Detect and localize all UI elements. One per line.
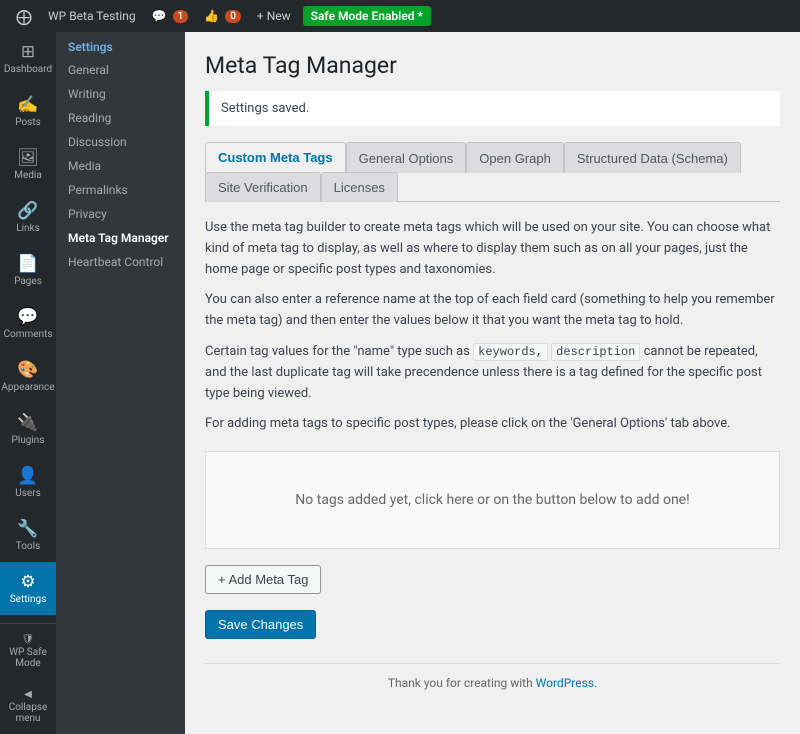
sidebar-icon-label: Links xyxy=(16,223,40,234)
safe-mode-icon: 🛡 xyxy=(22,634,35,645)
appearance-icon: 🎨 xyxy=(17,360,38,380)
sidebar-icon-pages[interactable]: 📄 Pages xyxy=(0,244,56,297)
comment-icon: 💬 xyxy=(152,9,167,23)
users-icon: 👤 xyxy=(17,466,38,486)
tab-bar: Custom Meta TagsGeneral OptionsOpen Grap… xyxy=(205,142,780,202)
admin-bar: ⨁ WP Beta Testing 💬 1 👍 0 + New Safe Mod… xyxy=(0,0,800,32)
tab-open-graph[interactable]: Open Graph xyxy=(466,142,564,173)
safe-mode-badge: Safe Mode Enabled * xyxy=(303,6,431,26)
description-4: For adding meta tags to specific post ty… xyxy=(205,414,780,435)
pages-icon: 📄 xyxy=(17,254,38,274)
tools-icon: 🔧 xyxy=(17,519,38,539)
site-name[interactable]: WP Beta Testing xyxy=(40,0,144,32)
links-icon: 🔗 xyxy=(17,201,38,221)
description-1: Use the meta tag builder to create meta … xyxy=(205,218,780,280)
sub-item-meta-tag-manager[interactable]: Meta Tag Manager xyxy=(56,226,185,250)
sidebar-icon-label: Appearance xyxy=(1,382,54,393)
sidebar-icon-label: Tools xyxy=(16,541,40,552)
sidebar-icon-label: Settings xyxy=(10,594,47,605)
sub-item-privacy[interactable]: Privacy xyxy=(56,202,185,226)
posts-icon: ✍ xyxy=(17,95,38,115)
page-title: Meta Tag Manager xyxy=(205,52,780,79)
tab-structured-data-(schema)[interactable]: Structured Data (Schema) xyxy=(564,142,741,173)
sidebar-icon-links[interactable]: 🔗 Links xyxy=(0,191,56,244)
sidebar: ⊞ Dashboard ✍ Posts 🖼 Media 🔗 Links 📄 Pages 💬 Comme… xyxy=(0,32,185,734)
tab-site-verification[interactable]: Site Verification xyxy=(205,172,321,202)
sidebar-icon-label: Pages xyxy=(14,276,42,287)
media-icon: 🖼 xyxy=(17,148,39,168)
sidebar-icon-comments[interactable]: 💬 Comments xyxy=(0,297,56,350)
collapse-icon: ◀ xyxy=(24,689,32,700)
sub-item-reading[interactable]: Reading xyxy=(56,106,185,130)
sidebar-icon-label: Users xyxy=(15,488,41,499)
sub-section-title: Settings xyxy=(56,32,185,58)
wordpress-link[interactable]: WordPress xyxy=(536,676,594,690)
tab-general-options[interactable]: General Options xyxy=(346,142,467,173)
sidebar-icon-appearance[interactable]: 🎨 Appearance xyxy=(0,350,56,403)
add-meta-tag-button[interactable]: + Add Meta Tag xyxy=(205,565,321,594)
sidebar-icon-tools[interactable]: 🔧 Tools xyxy=(0,509,56,562)
sidebar-icon-media[interactable]: 🖼 Media xyxy=(0,138,56,191)
wp-logo[interactable]: ⨁ xyxy=(8,0,40,32)
new-content-button[interactable]: + New xyxy=(249,0,299,32)
tab-custom-meta-tags[interactable]: Custom Meta Tags xyxy=(205,142,346,173)
sidebar-icon-settings[interactable]: ⚙ Settings xyxy=(0,562,56,615)
comments-link[interactable]: 💬 1 xyxy=(144,0,197,32)
settings-icon: ⚙ xyxy=(20,572,35,592)
descriptions: Use the meta tag builder to create meta … xyxy=(205,218,780,435)
likes-link[interactable]: 👍 0 xyxy=(196,0,249,32)
sidebar-icon-plugins[interactable]: 🔌 Plugins xyxy=(0,403,56,456)
description-2: You can also enter a reference name at t… xyxy=(205,290,780,332)
sidebar-icon-posts[interactable]: ✍ Posts xyxy=(0,85,56,138)
sidebar-icon-label: Media xyxy=(14,170,42,181)
sidebar-icon-label: Comments xyxy=(4,329,53,340)
plugins-icon: 🔌 xyxy=(17,413,38,433)
description-3: Certain tag values for the "name" type s… xyxy=(205,342,780,404)
comments-icon: 💬 xyxy=(17,307,38,327)
sub-item-discussion[interactable]: Discussion xyxy=(56,130,185,154)
sidebar-icon-dashboard[interactable]: ⊞ Dashboard xyxy=(0,32,56,85)
success-notice: Settings saved. xyxy=(205,91,780,126)
main-content: Meta Tag Manager Settings saved. Custom … xyxy=(185,32,800,734)
save-changes-button[interactable]: Save Changes xyxy=(205,610,316,639)
collapse-menu-item[interactable]: ◀ Collapse menu xyxy=(0,679,56,734)
sub-item-permalinks[interactable]: Permalinks xyxy=(56,178,185,202)
sub-item-general[interactable]: General xyxy=(56,58,185,82)
tab-licenses[interactable]: Licenses xyxy=(321,172,398,202)
sub-item-writing[interactable]: Writing xyxy=(56,82,185,106)
sub-item-media[interactable]: Media xyxy=(56,154,185,178)
sidebar-icon-label: Dashboard xyxy=(4,64,52,75)
sidebar-icon-label: Posts xyxy=(15,117,41,128)
sidebar-icon-users[interactable]: 👤 Users xyxy=(0,456,56,509)
dashboard-icon: ⊞ xyxy=(21,42,35,62)
sidebar-icon-label: Plugins xyxy=(12,435,45,446)
like-icon: 👍 xyxy=(204,9,219,23)
wp-safe-mode-icon-item[interactable]: 🛡 WP Safe Mode xyxy=(0,624,56,679)
empty-tags-area[interactable]: No tags added yet, click here or on the … xyxy=(205,451,780,549)
footer: Thank you for creating with WordPress. xyxy=(205,663,780,690)
sub-item-heartbeat-control[interactable]: Heartbeat Control xyxy=(56,250,185,274)
